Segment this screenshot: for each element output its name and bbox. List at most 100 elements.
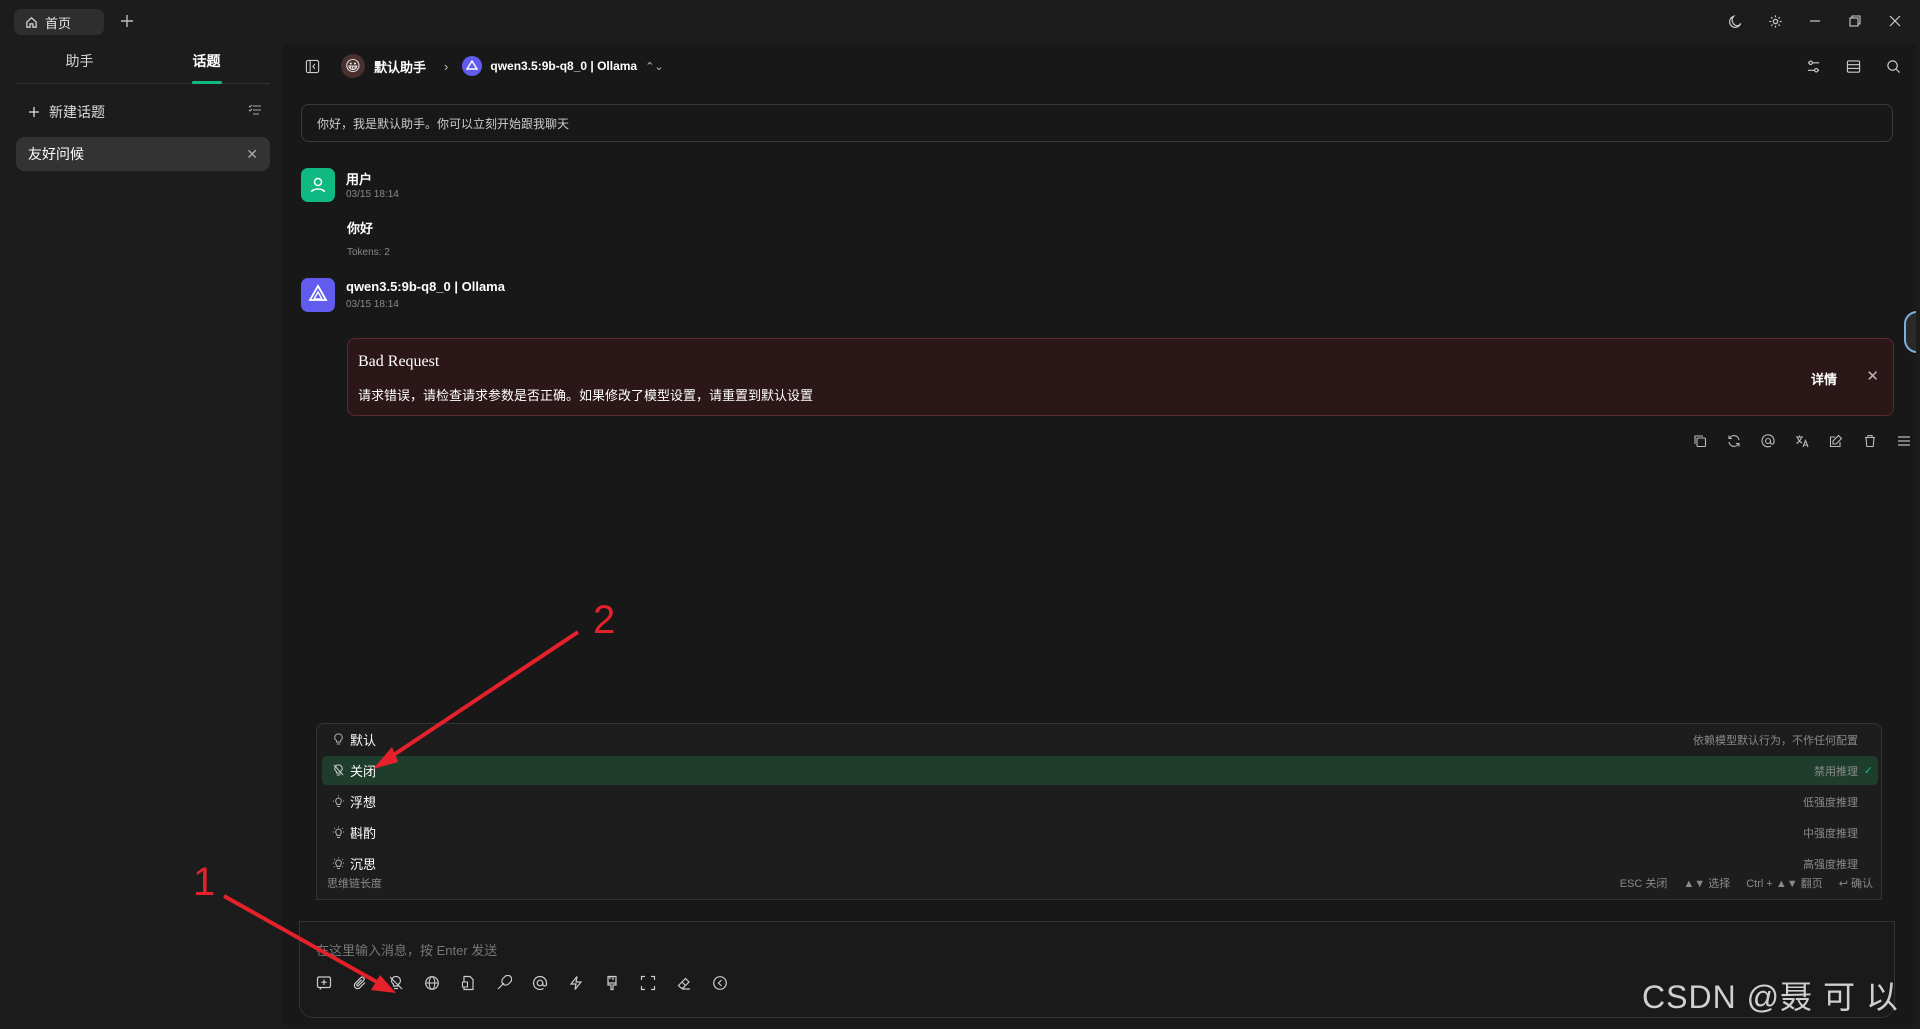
quick-phrase-icon[interactable] (565, 972, 587, 994)
close-icon[interactable]: ✕ (1866, 367, 1879, 385)
sidebar: 助手 话题 新建话题 友好问候 ✕ (0, 42, 281, 1029)
model-avatar (301, 278, 335, 312)
search-icon (1886, 59, 1900, 73)
lightbulb-low-icon (331, 795, 345, 809)
model-logo-icon (462, 56, 483, 76)
sidebar-tabs: 助手 话题 (16, 42, 270, 84)
check-icon: ✓ (1863, 765, 1873, 777)
copy-icon[interactable] (1689, 430, 1710, 451)
title-bar: 首页 (0, 0, 1920, 42)
delete-icon[interactable] (1859, 430, 1880, 451)
reasoning-option-label: 浮想 (350, 795, 377, 810)
reasoning-option-label: 沉思 (350, 857, 377, 872)
message-input[interactable]: 在这里输入消息，按 Enter 发送 (316, 940, 497, 959)
message-actions (1689, 430, 1914, 451)
lightbulb-icon (331, 733, 345, 747)
mcp-tools-icon[interactable] (493, 972, 515, 994)
new-topic-button[interactable]: 新建话题 (28, 100, 268, 124)
collapse-toolbar-icon[interactable] (709, 972, 731, 994)
close-icon[interactable]: ✕ (246, 146, 258, 163)
model-selector[interactable]: qwen3.5:9b-q8_0 | Ollama (490, 59, 637, 73)
error-alert: Bad Request 请求错误，请检查请求参数是否正确。如果修改了模型设置，请… (347, 338, 1894, 416)
error-message: 请求错误，请检查请求参数是否正确。如果修改了模型设置，请重置到默认设置 (358, 388, 814, 403)
mention-icon[interactable] (1757, 430, 1778, 451)
reasoning-option-default[interactable]: 默认 依赖模型默认行为，不作任何配置 (322, 725, 1878, 754)
sidebar-collapse-icon (305, 59, 319, 73)
attachment-icon[interactable] (349, 972, 371, 994)
annotation-label-2: 2 (593, 598, 616, 642)
paint-brush-icon[interactable] (601, 972, 623, 994)
sort-topics-icon[interactable] (248, 103, 262, 117)
close-window-button[interactable] (1884, 10, 1906, 32)
new-topic-label: 新建话题 (49, 104, 105, 120)
settings-button[interactable] (1764, 10, 1786, 32)
user-icon (310, 177, 326, 193)
minimize-button[interactable] (1804, 10, 1826, 32)
menu-footer: 思维链长度 ESC 关闭 ▲▼ 选择 Ctrl + ▲▼ 翻页 ↩ 确认 (327, 875, 1873, 891)
chat-settings-button[interactable] (1802, 55, 1824, 77)
gear-icon (1768, 14, 1782, 28)
plus-icon (29, 107, 39, 117)
error-details-button[interactable]: 详情 (1811, 369, 1837, 388)
reasoning-effort-menu: 默认 依赖模型默认行为，不作任何配置 关闭 禁用推理 ✓ 浮想 低强度推理 斟酌… (316, 723, 1882, 900)
reasoning-option-off[interactable]: 关闭 禁用推理 ✓ (322, 756, 1878, 785)
reasoning-option-label: 斟酌 (350, 826, 377, 841)
knowledge-base-icon[interactable] (457, 972, 479, 994)
key-hint-close: ESC 关闭 (1619, 878, 1668, 890)
edit-icon[interactable] (1825, 430, 1846, 451)
reasoning-option-low[interactable]: 浮想 低强度推理 (322, 787, 1878, 816)
minimize-icon (1810, 20, 1820, 22)
key-hint-select: ▲▼ 选择 (1683, 878, 1731, 890)
user-avatar (301, 168, 335, 202)
chevron-right-icon: › (444, 58, 449, 74)
error-title: Bad Request (358, 353, 440, 370)
add-tab-button[interactable] (116, 10, 138, 32)
home-icon (25, 16, 38, 29)
restore-button[interactable] (1844, 10, 1866, 32)
restore-icon (1849, 15, 1861, 27)
reasoning-toggle-icon[interactable] (385, 972, 407, 994)
reasoning-option-hint: 低强度推理 (1803, 796, 1858, 809)
annotation-label-1: 1 (193, 860, 216, 904)
search-button[interactable] (1882, 55, 1904, 77)
lightbulb-off-icon (331, 764, 345, 778)
web-search-icon[interactable] (421, 972, 443, 994)
user-message-text: 你好 (347, 221, 374, 236)
fullscreen-icon[interactable] (637, 972, 659, 994)
scroll-navigator[interactable] (1904, 311, 1916, 353)
regenerate-icon[interactable] (1723, 430, 1744, 451)
home-tab-label: 首页 (45, 15, 72, 31)
eraser-icon[interactable] (673, 972, 695, 994)
lightbulb-high-icon (331, 857, 345, 871)
toggle-sidebar-button[interactable] (301, 55, 323, 77)
translate-icon[interactable] (1791, 430, 1812, 451)
reasoning-option-high[interactable]: 沉思 高强度推理 (322, 849, 1878, 878)
user-name: 用户 (346, 172, 373, 187)
layout-button[interactable] (1842, 55, 1864, 77)
reasoning-option-medium[interactable]: 斟酌 中强度推理 (322, 818, 1878, 847)
new-topic-icon[interactable] (313, 972, 335, 994)
model-message-time: 03/15 18:14 (346, 299, 399, 310)
mention-model-icon[interactable] (529, 972, 551, 994)
tab-assistants[interactable]: 助手 (16, 42, 143, 83)
chevron-updown-icon[interactable]: ⌃⌄ (645, 60, 663, 73)
assistant-prompt: 你好，我是默认助手。你可以立刻开始跟我聊天 (301, 104, 1893, 142)
key-hint-confirm: ↩ 确认 (1838, 878, 1873, 890)
qwen-logo-icon (308, 284, 328, 301)
reasoning-option-hint: 依赖模型默认行为，不作任何配置 (1693, 734, 1858, 747)
chat-navbar: 😀 默认助手 › qwen3.5:9b-q8_0 | Ollama ⌃⌄ (281, 44, 1916, 88)
assistant-avatar[interactable]: 😀 (341, 54, 365, 78)
topic-item[interactable]: 友好问候 ✕ (16, 137, 270, 171)
moon-icon (1728, 14, 1741, 28)
home-tab[interactable]: 首页 (14, 9, 104, 35)
reasoning-option-label: 关闭 (350, 764, 377, 779)
topic-label: 友好问候 (28, 146, 84, 162)
menu-footer-title: 思维链长度 (327, 878, 382, 890)
reasoning-option-hint: 禁用推理 (1814, 765, 1858, 778)
more-menu-icon[interactable] (1893, 430, 1914, 451)
plus-icon (121, 15, 133, 27)
user-message-time: 03/15 18:14 (346, 189, 399, 200)
theme-toggle-button[interactable] (1724, 10, 1746, 32)
tab-topics[interactable]: 话题 (143, 42, 270, 83)
assistant-name[interactable]: 默认助手 (374, 57, 426, 76)
